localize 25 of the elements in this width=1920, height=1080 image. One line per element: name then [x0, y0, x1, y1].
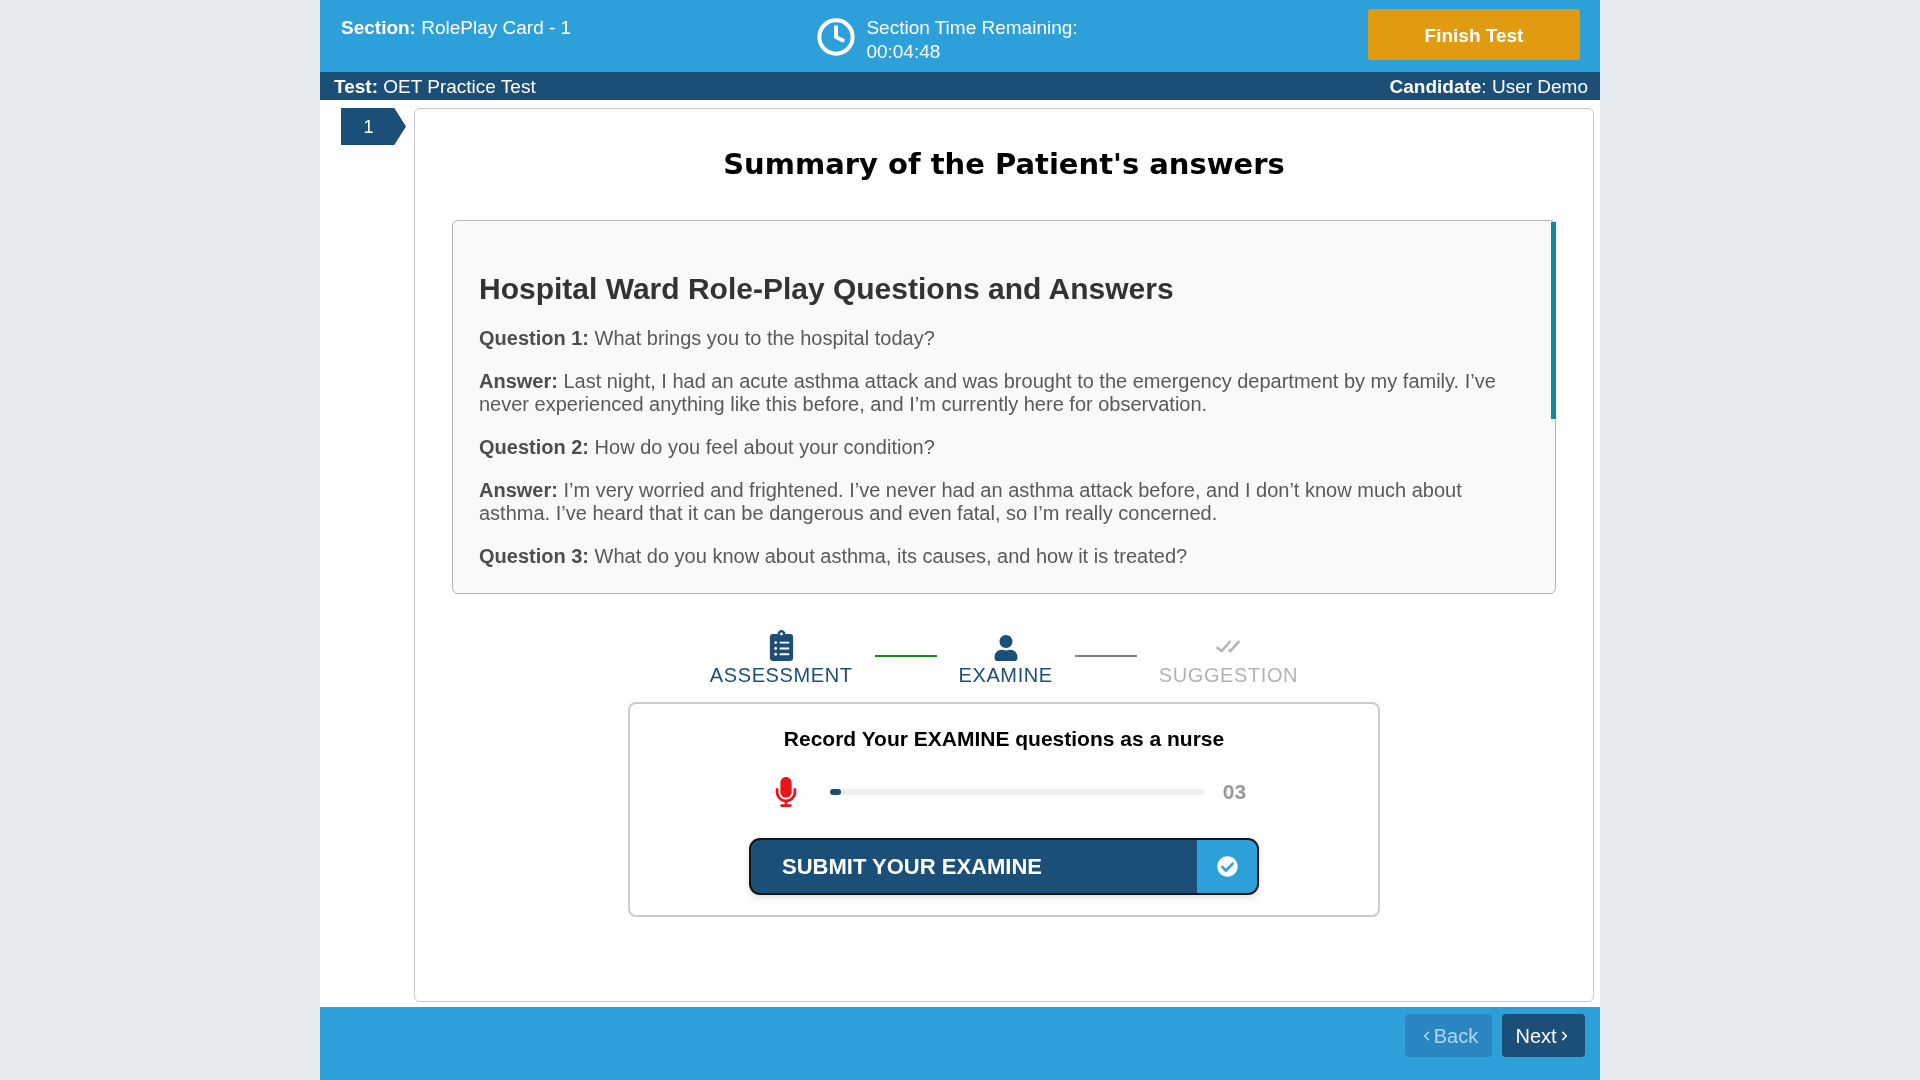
microphone-icon[interactable] — [773, 776, 798, 807]
transcript-paragraph: Question 3: What do you know about asthma, its causes, and how it is treated? — [479, 545, 1189, 568]
timer-value: 00:04:48 — [866, 40, 942, 64]
transcript-paragraph: Answer: Last night, I had an acute asthma attack and was brought to the emergency department by my family. I’ve never experienced anything like this before, and I’m currently here for observation. — [479, 370, 1497, 416]
step-label: ASSESSMENT — [709, 663, 853, 687]
transcript-heading: Hospital Ward Role-Play Questions and Answers — [479, 271, 1175, 307]
transcript-paragraph: Answer: I’m very worried and frightened. I’ve never had an asthma attack before, and I don’t know much about asthma. I’ve heard that it can be dangerous and even fatal, so I’m really concerned. — [479, 479, 1463, 525]
recorder-title: Record Your EXAMINE questions as a nurse — [783, 726, 1225, 752]
test-name: Test: OET Practice Test — [334, 76, 536, 96]
person-icon — [993, 635, 1018, 661]
card-title: Summary of the Patient's answers — [723, 146, 1285, 182]
recording-count: 03 — [1222, 779, 1247, 805]
submit-button[interactable]: SUBMIT YOUR EXAMINE — [749, 837, 1259, 895]
step-label: EXAMINE — [958, 663, 1053, 687]
next-button[interactable]: Next — [1502, 1014, 1585, 1057]
question-number-tab[interactable]: 1 — [341, 108, 406, 145]
section-name: Section: RolePlay Card - 1 — [341, 17, 572, 38]
candidate-name: Candidate: User Demo — [1389, 76, 1588, 96]
timer-label: Section Time Remaining: — [866, 16, 1078, 40]
scrollbar-thumb[interactable] — [1551, 222, 1556, 419]
step-label: SUGGESTION — [1158, 663, 1299, 687]
clipboard-icon — [768, 630, 794, 661]
clock-icon — [816, 17, 857, 57]
transcript-paragraph: Question 2: How do you feel about your condition? — [479, 436, 936, 459]
transcript-paragraph: Question 1: What brings you to the hospital today? — [479, 327, 936, 350]
